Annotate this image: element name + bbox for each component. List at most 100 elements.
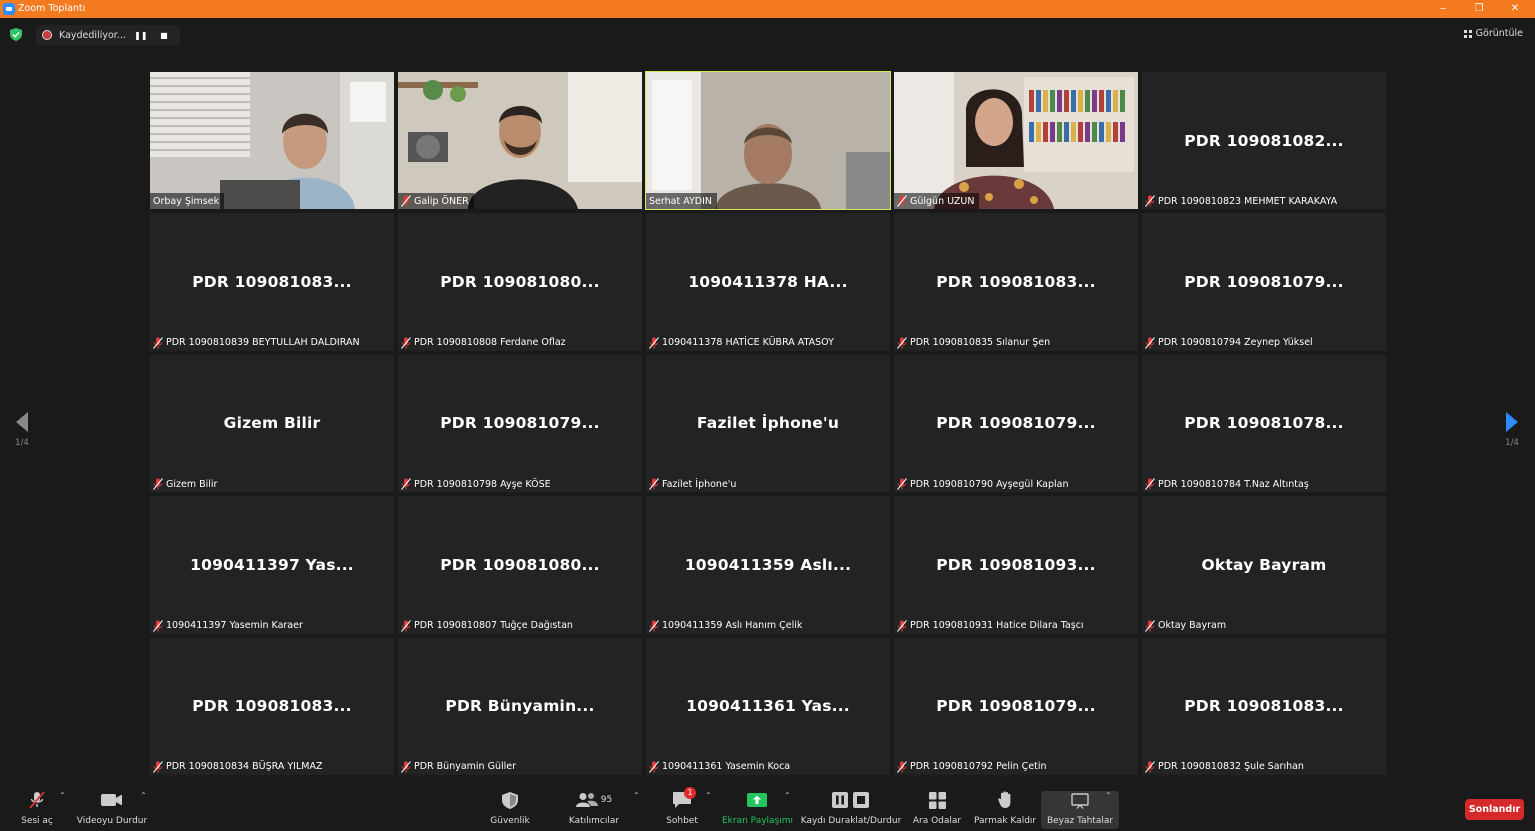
participant-tile[interactable]: PDR 109081079... PDR 1090810792 Pelin Çet… [894, 637, 1138, 775]
gallery-grid: Orbay Şimsek Galip ÖNER Serhat AYDIN Gülgün… [150, 70, 1386, 777]
participant-display-name: PDR 109081083... [1184, 697, 1344, 716]
participant-display-name: PDR 109081079... [1184, 273, 1344, 292]
participant-name-label: PDR 1090810798 Ayşe KÖSE [398, 476, 556, 492]
participant-display-name: PDR 109081079... [936, 414, 1096, 433]
video-options-chevron-icon[interactable]: ⌃ [140, 791, 147, 800]
close-button[interactable]: ✕ [1497, 0, 1533, 18]
participant-tile[interactable]: PDR 109081082... PDR 1090810823 MEHMET KA… [1142, 72, 1386, 210]
participant-name: PDR 1090810823 MEHMET KARAKAYA [1158, 195, 1338, 207]
participant-name: PDR Bünyamin Güller [414, 761, 517, 773]
view-button[interactable]: Görüntüle [1463, 28, 1523, 39]
security-shield-icon [502, 791, 518, 809]
participant-tile[interactable]: Galip ÖNER [398, 72, 642, 210]
mic-muted-icon [897, 195, 907, 208]
participant-display-name: Gizem Bilir [223, 414, 321, 433]
participant-tile[interactable]: Gizem Bilir Gizem Bilir [150, 354, 394, 493]
minimize-button[interactable]: – [1425, 0, 1461, 18]
chat-label: Sohbet [666, 816, 698, 826]
chat-button[interactable]: 1 Sohbet [662, 787, 702, 829]
participant-name-label: Serhat AYDIN [646, 193, 717, 210]
pause-recording-icon[interactable]: ❚❚ [133, 31, 149, 40]
stop-recording-icon[interactable]: ■ [156, 31, 172, 40]
participant-name: PDR 1090810790 Ayşegül Kaplan [910, 478, 1069, 490]
participant-name: 1090411397 Yasemin Karaer [166, 620, 303, 632]
participant-display-name: PDR 109081083... [192, 697, 352, 716]
whiteboard-options-chevron-icon[interactable]: ⌃ [1105, 791, 1112, 800]
participant-name-label: Oktay Bayram [1142, 618, 1231, 634]
whiteboards-label: Beyaz Tahtalar [1046, 816, 1114, 826]
participant-tile[interactable]: PDR 109081078... PDR 1090810784 T.Naz Alt… [1142, 354, 1386, 493]
participant-name: PDR 1090810931 Hatice Dilara Taşcı [910, 620, 1084, 632]
participant-tile[interactable]: 1090411378 HA... 1090411378 HATİCE KÜBRA … [646, 213, 890, 351]
mic-muted-icon [153, 761, 163, 773]
participant-name-label: PDR 1090810832 Şule Sarıhan [1142, 759, 1309, 775]
participant-tile[interactable]: PDR 109081093... PDR 1090810931 Hatice Di… [894, 496, 1138, 634]
participant-tile[interactable]: Gülgün UZUN [894, 72, 1138, 210]
share-screen-button[interactable]: Ekran Paylaşımı [722, 789, 793, 829]
participant-tile[interactable]: 1090411397 Yas... 1090411397 Yasemin Kara… [150, 496, 394, 634]
participant-tile[interactable]: Oktay Bayram Oktay Bayram [1142, 496, 1386, 634]
mic-muted-icon [401, 336, 411, 349]
participant-tile[interactable]: Fazilet İphone'u Fazilet İphone'u [646, 354, 890, 493]
raise-hand-button[interactable]: Parmak Kaldır [974, 789, 1036, 829]
participants-button[interactable]: 95 Katılımcılar [568, 789, 620, 829]
share-options-chevron-icon[interactable]: ⌃ [784, 791, 791, 800]
participants-label: Katılımcılar [568, 816, 620, 826]
security-button[interactable]: Güvenlik [488, 789, 532, 829]
participant-display-name: 1090411359 Aslı... [684, 555, 852, 574]
participant-tile[interactable]: PDR 109081079... PDR 1090810790 Ayşegül K… [894, 354, 1138, 493]
participant-tile[interactable]: PDR Bünyamin... PDR Bünyamin Güller [398, 637, 642, 775]
mic-muted-icon [153, 478, 163, 490]
participant-tile[interactable]: PDR 109081080... PDR 1090810808 Ferdane O… [398, 213, 642, 351]
restore-button[interactable]: ❐ [1461, 0, 1497, 18]
view-label: Görüntüle [1475, 28, 1523, 39]
participant-display-name: 1090411378 HA... [688, 273, 848, 292]
pause-stop-recording-button[interactable]: Kaydı Duraklat/Durdur [800, 789, 902, 829]
participant-tile[interactable]: PDR 109081080... PDR 1090810807 Tuğçe Dağ… [398, 496, 642, 634]
security-label: Güvenlik [490, 816, 530, 826]
mic-muted-icon [401, 619, 411, 632]
participant-name: Serhat AYDIN [649, 195, 712, 207]
mic-muted-icon [1145, 478, 1155, 490]
participant-tile[interactable]: PDR 109081083... PDR 1090810839 BEYTULLAH… [150, 213, 394, 351]
participant-name: Gizem Bilir [166, 478, 218, 490]
unmute-button[interactable]: Sesi aç [14, 789, 60, 829]
participant-name: PDR 1090810808 Ferdane Oflaz [414, 337, 566, 349]
video-camera-icon [101, 794, 122, 806]
mic-muted-icon [153, 619, 163, 632]
participant-name-label: 1090411378 HATİCE KÜBRA ATASOY [646, 335, 839, 351]
participant-tile[interactable]: PDR 109081083... PDR 1090810835 Sılanur Ş… [894, 213, 1138, 351]
audio-options-chevron-icon[interactable]: ⌃ [59, 791, 66, 800]
participant-tile[interactable]: PDR 109081079... PDR 1090810794 Zeynep Yü… [1142, 213, 1386, 351]
participant-tile[interactable]: PDR 109081083... PDR 1090810834 BÜŞRA YIL… [150, 637, 394, 775]
chat-options-chevron-icon[interactable]: ⌃ [705, 791, 712, 800]
participant-tile[interactable]: 1090411361 Yas... 1090411361 Yasemin Koca [646, 637, 890, 775]
participant-tile[interactable]: PDR 109081079... PDR 1090810798 Ayşe KÖSE [398, 354, 642, 493]
participant-tile[interactable]: Serhat AYDIN [645, 70, 891, 211]
chat-unread-badge: 1 [684, 787, 696, 799]
participant-name-label: PDR 1090810792 Pelin Çetin [894, 759, 1052, 775]
mic-muted-icon [897, 478, 907, 490]
participant-name: PDR 1090810784 T.Naz Altıntaş [1158, 478, 1309, 490]
mic-muted-icon [1145, 619, 1155, 632]
participant-name: 1090411378 HATİCE KÜBRA ATASOY [662, 337, 834, 349]
participant-name-label: PDR 1090810808 Ferdane Oflaz [398, 335, 571, 351]
next-page-button[interactable]: 1/4 [1500, 412, 1524, 448]
stop-video-button[interactable]: Videoyu Durdur [76, 789, 148, 829]
mic-muted-icon [649, 761, 659, 773]
end-meeting-button[interactable]: Sonlandır [1465, 799, 1524, 820]
pause-stop-recording-label: Kaydı Duraklat/Durdur [800, 816, 902, 826]
participant-name: PDR 1090810839 BEYTULLAH DALDIRAN [166, 337, 360, 349]
previous-page-button[interactable]: 1/4 [10, 412, 34, 448]
encryption-shield-icon[interactable] [10, 28, 22, 41]
participant-tile[interactable]: PDR 109081083... PDR 1090810832 Şule Sarı… [1142, 637, 1386, 775]
participants-options-chevron-icon[interactable]: ⌃ [633, 791, 640, 800]
participant-display-name: PDR 109081093... [936, 555, 1096, 574]
participant-display-name: PDR 109081082... [1184, 131, 1344, 150]
participant-tile[interactable]: Orbay Şimsek [150, 72, 394, 210]
participant-name: PDR 1090810832 Şule Sarıhan [1158, 761, 1304, 773]
breakout-rooms-button[interactable]: Ara Odalar [912, 789, 962, 829]
participant-tile[interactable]: 1090411359 Aslı... 1090411359 Aslı Hanım … [646, 496, 890, 634]
participant-name-label: Fazilet İphone'u [646, 476, 741, 492]
participant-name: Oktay Bayram [1158, 620, 1227, 632]
